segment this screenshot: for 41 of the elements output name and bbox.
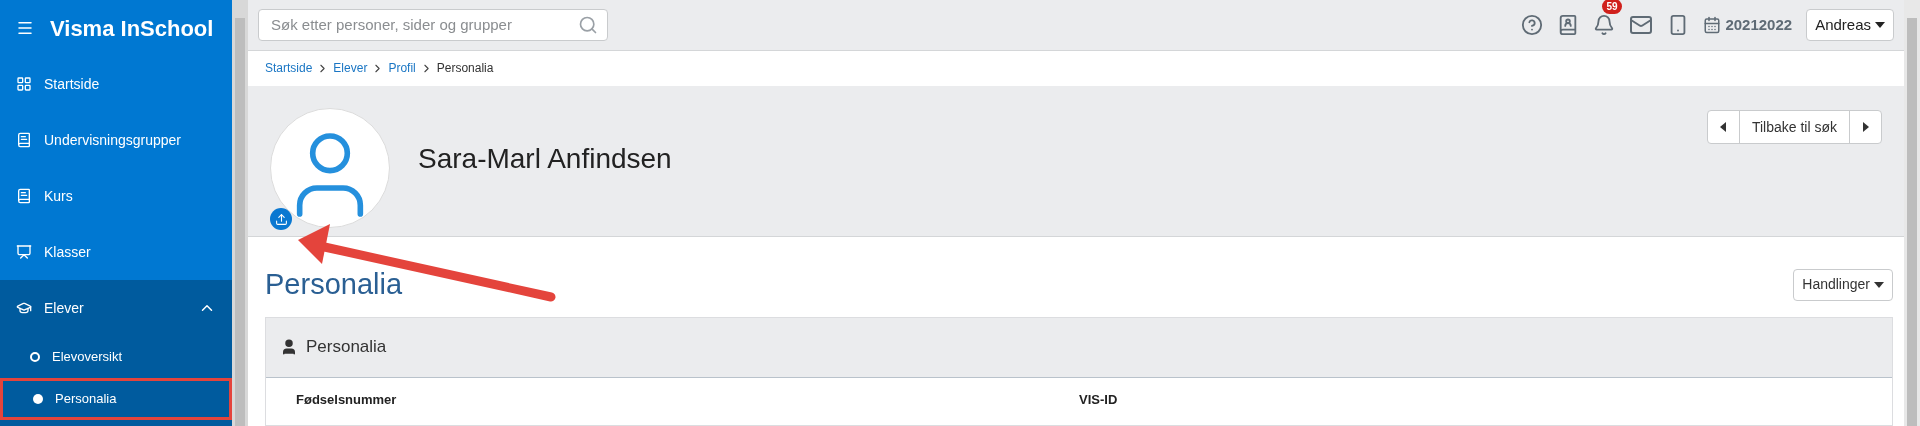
- upload-icon: [274, 212, 288, 226]
- grid-icon: [16, 76, 32, 92]
- book-icon: [16, 188, 32, 204]
- sidebar-subitem[interactable]: Elevoversikt: [0, 336, 232, 378]
- presentation-icon: [16, 244, 32, 260]
- caret-icon: [1874, 281, 1884, 288]
- upload-photo-button[interactable]: [270, 208, 292, 230]
- student-name: Sara-Marl Anfindsen: [418, 142, 672, 176]
- menu-icon: [16, 19, 34, 37]
- notification-count: 59: [1602, 0, 1622, 14]
- person-icon: [280, 338, 298, 356]
- user-menu-button[interactable]: Andreas: [1806, 8, 1894, 41]
- section-title: Personalia: [265, 267, 403, 302]
- book-icon: [16, 132, 32, 148]
- sidebar-item[interactable]: Elever: [0, 280, 232, 336]
- field-label: VIS-ID: [1079, 390, 1119, 409]
- field-label: Fødselsnummer: [296, 390, 398, 409]
- sidebar-item[interactable]: Kurs: [0, 168, 232, 224]
- graduation-cap-icon: [16, 300, 32, 316]
- app-title: Visma InSchool: [50, 14, 214, 43]
- search-field[interactable]: Søk etter personer, sider og grupper: [258, 8, 608, 41]
- breadcrumb-link[interactable]: Profil: [388, 59, 416, 78]
- menu-button[interactable]: [16, 19, 34, 37]
- sidebar-subitem[interactable]: Personalia: [0, 378, 232, 420]
- sidebar-item[interactable]: Undervisningsgrupper: [0, 112, 232, 168]
- caret-right-icon: [1862, 122, 1869, 132]
- school-year-button[interactable]: 20212022: [1703, 13, 1793, 36]
- sidebar-item[interactable]: Klasser: [0, 224, 232, 280]
- back-to-search-button[interactable]: Tilbake til søk: [1739, 111, 1849, 143]
- breadcrumb-link[interactable]: Elever: [333, 59, 368, 78]
- caret-icon: [1875, 21, 1885, 28]
- notifications-button[interactable]: [1593, 13, 1616, 36]
- search-icon: [578, 14, 598, 35]
- sidebar-item[interactable]: Startside: [0, 56, 232, 112]
- breadcrumb-current: Personalia: [436, 60, 494, 78]
- caret-left-icon: [1720, 122, 1727, 132]
- help-button[interactable]: [1521, 13, 1544, 36]
- calendar-icon: [1703, 15, 1722, 34]
- breadcrumb-link[interactable]: Startside: [265, 59, 313, 78]
- actions-button[interactable]: Handlinger: [1793, 268, 1893, 301]
- card-title: Personalia: [306, 336, 387, 359]
